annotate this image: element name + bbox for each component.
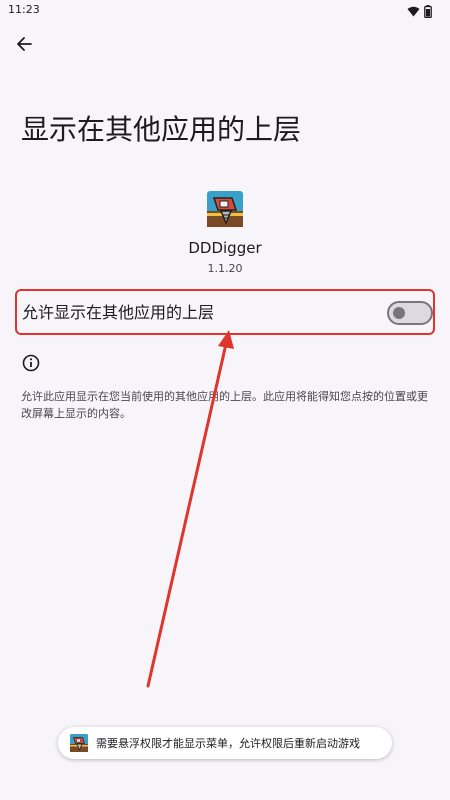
overlay-permission-toggle[interactable] [387, 301, 433, 325]
toast-message: 需要悬浮权限才能显示菜单，允许权限后重新启动游戏 [58, 727, 392, 759]
status-bar: 11:23 [0, 0, 450, 22]
battery-icon [424, 4, 432, 18]
status-icons [407, 4, 432, 18]
arrow-back-icon [17, 37, 32, 51]
wifi-icon [407, 6, 420, 16]
back-button[interactable] [10, 30, 38, 58]
info-icon [22, 354, 40, 372]
app-name: DDDigger [188, 239, 262, 257]
status-time: 11:23 [8, 3, 40, 16]
permission-label: 允许显示在其他应用的上层 [22, 303, 215, 322]
toggle-thumb [393, 307, 405, 319]
dddigger-app-icon [207, 191, 243, 227]
page-title: 显示在其他应用的上层 [21, 113, 302, 146]
permission-row-display-over-other-apps[interactable]: 允许显示在其他应用的上层 [15, 289, 435, 335]
app-version: 1.1.20 [207, 262, 243, 275]
dddigger-app-icon [70, 734, 88, 752]
permission-description: 允许此应用显示在您当前使用的其他应用的上层。此应用将能得知您点按的位置或更改屏幕… [21, 390, 428, 420]
toast-text: 需要悬浮权限才能显示菜单，允许权限后重新启动游戏 [96, 737, 360, 750]
